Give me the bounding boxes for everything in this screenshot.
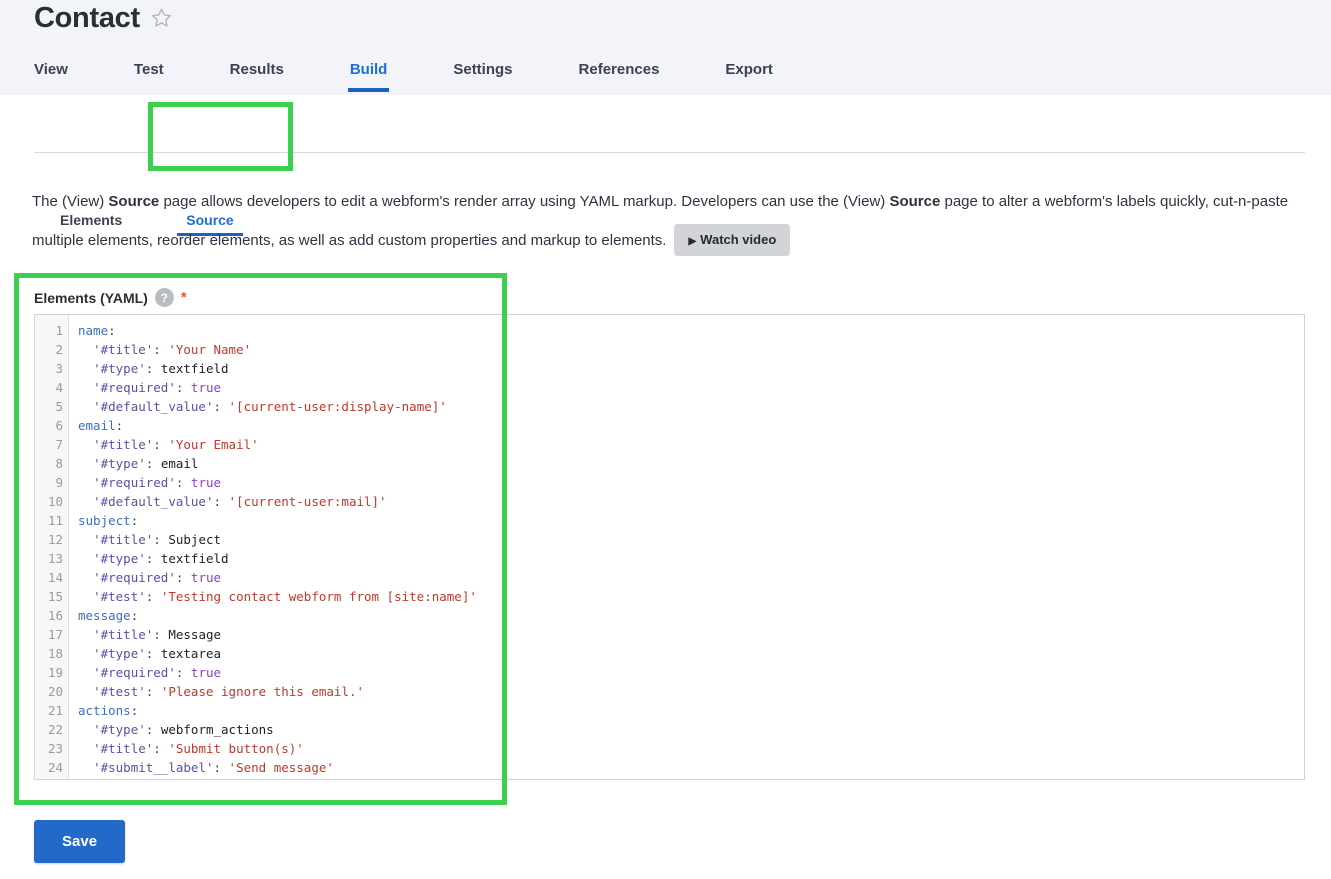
required-asterisk: * bbox=[180, 289, 187, 306]
line-number: 14 bbox=[47, 570, 63, 585]
question-mark-icon[interactable]: ? bbox=[154, 288, 174, 307]
line-number: 1 bbox=[55, 323, 63, 338]
line-number: 2 bbox=[55, 342, 63, 357]
line-number: 20 bbox=[47, 684, 63, 699]
primary-tab-bar: View Test Results Build Settings Referen… bbox=[34, 54, 773, 92]
code-line: '#type': textfield bbox=[93, 551, 229, 566]
code-line: name: bbox=[78, 323, 116, 338]
star-outline-icon[interactable] bbox=[151, 7, 172, 33]
code-line: '#title': 'Submit button(s)' bbox=[93, 741, 304, 756]
tab-export[interactable]: Export bbox=[725, 54, 773, 92]
code-line: '#test': 'Testing contact webform from [… bbox=[93, 589, 477, 604]
code-line: '#type': textarea bbox=[93, 646, 222, 661]
tab-view[interactable]: View bbox=[34, 54, 68, 92]
code-line: '#type': email bbox=[93, 456, 199, 471]
line-number: 9 bbox=[55, 475, 63, 490]
page-title: Contact bbox=[34, 2, 140, 34]
tab-references[interactable]: References bbox=[579, 54, 660, 92]
yaml-code-editor[interactable]: 1 2 3 4 5 6 7 8 9 10 11 12 13 14 15 16 17 18 19 20 21 22 23 24 … bbox=[34, 314, 1305, 780]
line-number: 22 bbox=[47, 722, 63, 737]
description-part-1: The (View) bbox=[32, 193, 109, 210]
watch-video-button[interactable]: ▶ Watch video bbox=[674, 224, 791, 257]
code-line: '#title': Subject bbox=[93, 532, 222, 547]
tab-build[interactable]: Build bbox=[347, 54, 389, 92]
secondary-tab-divider bbox=[34, 152, 1305, 153]
line-number: 5 bbox=[55, 399, 63, 414]
yaml-field-label: Elements (YAML) bbox=[34, 289, 148, 306]
watch-video-label: Watch video bbox=[700, 232, 777, 248]
line-number: 8 bbox=[55, 456, 63, 471]
secondary-tab-bar: Elements Source bbox=[0, 95, 1331, 236]
code-line: '#title': 'Your Email' bbox=[93, 437, 259, 452]
tab-settings[interactable]: Settings bbox=[453, 54, 512, 92]
code-line: '#type': webform_actions bbox=[93, 722, 274, 737]
code-line: '#required': true bbox=[93, 475, 222, 490]
line-number: 21 bbox=[47, 703, 63, 718]
code-line: subject: bbox=[78, 513, 139, 528]
line-number: 7 bbox=[55, 437, 63, 452]
code-line: '#title': Message bbox=[93, 627, 222, 642]
code-line: '#required': true bbox=[93, 380, 222, 395]
line-number: 24 bbox=[47, 760, 63, 775]
code-line: '#required': true bbox=[93, 665, 222, 680]
description-bold-1: Source bbox=[108, 193, 160, 210]
yaml-field-label-row: Elements (YAML) ? * bbox=[34, 288, 187, 307]
line-number: 11 bbox=[47, 513, 63, 528]
line-number: 17 bbox=[47, 627, 63, 642]
code-line: email: bbox=[78, 418, 124, 433]
line-number: 23 bbox=[47, 741, 63, 756]
line-number: 6 bbox=[55, 418, 63, 433]
line-number: 4 bbox=[55, 380, 63, 395]
description-part-2: page allows developers to edit a webform… bbox=[159, 193, 890, 210]
code-line: actions: bbox=[78, 703, 139, 718]
page-header: Contact View Test Results Build Settings… bbox=[0, 0, 1331, 95]
line-number: 18 bbox=[47, 646, 63, 661]
play-triangle-icon: ▶ bbox=[688, 236, 697, 248]
source-description: The (View) Source page allows developers… bbox=[32, 182, 1307, 260]
code-gutter: 1 2 3 4 5 6 7 8 9 10 11 12 13 14 15 16 17 18 19 20 21 22 23 24 bbox=[35, 315, 69, 779]
title-row: Contact bbox=[34, 1, 172, 35]
code-line: '#title': 'Your Name' bbox=[93, 342, 252, 357]
line-number: 3 bbox=[55, 361, 63, 376]
line-number: 15 bbox=[47, 589, 63, 604]
line-number: 16 bbox=[47, 608, 63, 623]
code-line: '#default_value': '[current-user:mail]' bbox=[93, 494, 387, 509]
code-line: '#required': true bbox=[93, 570, 222, 585]
code-line: '#default_value': '[current-user:display… bbox=[93, 399, 447, 414]
line-number: 13 bbox=[47, 551, 63, 566]
code-line: '#test': 'Please ignore this email.' bbox=[93, 684, 365, 699]
code-line: message: bbox=[78, 608, 139, 623]
tab-results[interactable]: Results bbox=[230, 54, 284, 92]
tab-test[interactable]: Test bbox=[134, 54, 164, 92]
line-number: 12 bbox=[47, 532, 63, 547]
code-line: '#type': textfield bbox=[93, 361, 229, 376]
save-button[interactable]: Save bbox=[34, 820, 126, 863]
line-number: 19 bbox=[47, 665, 63, 680]
line-number: 10 bbox=[47, 494, 63, 509]
description-bold-2: Source bbox=[889, 193, 941, 210]
code-line: '#submit__label': 'Send message' bbox=[93, 760, 334, 775]
code-content-area[interactable]: name: '#title': 'Your Name' '#type': tex… bbox=[69, 315, 1304, 779]
